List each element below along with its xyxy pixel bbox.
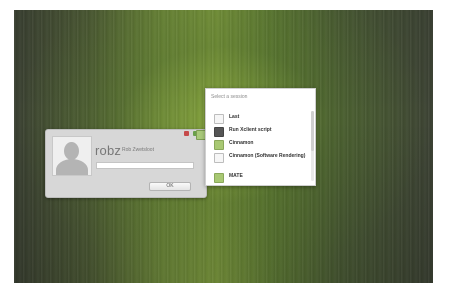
screen-frame: robz Rob Zwetsloot OK Select a session L… bbox=[0, 0, 450, 294]
login-panel: robz Rob Zwetsloot OK bbox=[45, 129, 207, 198]
avatar-body bbox=[56, 159, 88, 175]
session-icon bbox=[214, 114, 224, 124]
cinnamon-icon bbox=[214, 153, 224, 163]
session-menu-scrollbar[interactable] bbox=[311, 111, 314, 181]
scrollbar-thumb[interactable] bbox=[311, 111, 314, 151]
terminal-icon bbox=[214, 127, 224, 137]
session-item-label: MATE bbox=[229, 173, 243, 179]
session-item-label: Cinnamon bbox=[229, 140, 254, 146]
avatar-head bbox=[64, 142, 79, 160]
mate-icon bbox=[214, 173, 224, 183]
session-menu: Select a session Last Run Xclient script… bbox=[205, 88, 316, 186]
ok-button[interactable]: OK bbox=[149, 182, 191, 191]
session-item-label: Run Xclient script bbox=[229, 127, 272, 133]
username-label: robz bbox=[95, 143, 122, 158]
session-menu-title: Select a session bbox=[211, 94, 248, 100]
password-input[interactable] bbox=[96, 162, 194, 169]
user-avatar-icon bbox=[52, 136, 92, 176]
real-name-label: Rob Zwetsloot bbox=[122, 147, 154, 153]
session-item-label: Last bbox=[229, 114, 240, 120]
session-item-label: Cinnamon (Software Rendering) bbox=[229, 153, 306, 159]
indicator-red-icon bbox=[184, 131, 189, 136]
cinnamon-icon bbox=[214, 140, 224, 150]
